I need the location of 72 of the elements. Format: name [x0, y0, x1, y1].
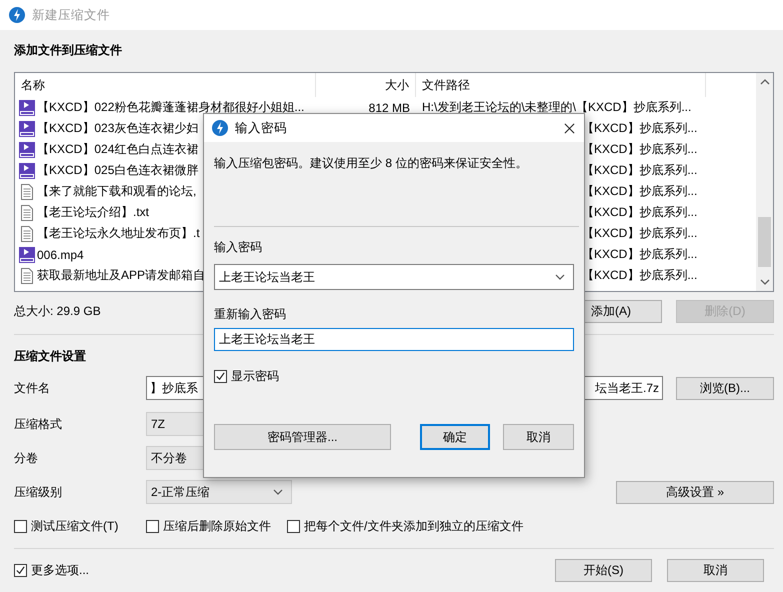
- file-name[interactable]: 【来了就能下载和观看的论坛,: [37, 183, 196, 200]
- file-path: 【KXCD】抄底系列...: [582, 205, 698, 219]
- text-file-icon: [19, 184, 35, 200]
- checkbox-label: 把每个文件/文件夹添加到独立的压缩文件: [304, 518, 524, 535]
- video-file-icon: [19, 162, 35, 178]
- checkbox[interactable]: [146, 520, 159, 533]
- text-file-icon: [19, 226, 35, 242]
- password-manager-button[interactable]: 密码管理器...: [214, 424, 391, 450]
- file-path: 【KXCD】抄底系列...: [582, 247, 698, 261]
- dialog-title: 输入密码: [235, 120, 287, 136]
- checkbox-label: 显示密码: [231, 368, 279, 384]
- window-title: 新建压缩文件: [32, 6, 110, 24]
- file-path: 【KXCD】抄底系列...: [582, 121, 698, 135]
- scrollbar[interactable]: [756, 73, 773, 291]
- level-dropdown[interactable]: 2-正常压缩: [146, 480, 292, 504]
- field-label: 分卷: [14, 450, 38, 466]
- confirm-password-field[interactable]: 上老王论坛当老王: [214, 328, 574, 351]
- file-size: 812 MB: [368, 100, 410, 114]
- file-name[interactable]: 【老王论坛永久地址发布页】.t: [37, 225, 200, 242]
- chevron-down-icon: [555, 274, 565, 280]
- browse-button[interactable]: 浏览(B)...: [676, 376, 774, 400]
- video-file-icon: [19, 120, 35, 136]
- total-size: 总大小: 29.9 GB: [14, 303, 101, 320]
- column-header[interactable]: 名称: [15, 73, 316, 97]
- file-name[interactable]: 006.mp4: [37, 248, 84, 262]
- checkbox-label: 压缩后删除原始文件: [163, 518, 271, 535]
- chevron-up-icon[interactable]: [760, 79, 770, 85]
- checkbox[interactable]: [214, 370, 227, 382]
- section-heading: 添加文件到压缩文件: [14, 42, 122, 58]
- field-label: 文件名: [14, 380, 50, 396]
- field-label: 压缩格式: [14, 416, 62, 432]
- start-button[interactable]: 开始(S): [555, 558, 652, 582]
- file-path: H:\发到老王论坛的\未整理的\【KXCD】抄底系列...: [422, 100, 692, 114]
- video-file-icon: [19, 142, 35, 158]
- file-name[interactable]: 【KXCD】022粉色花瓣蓬蓬裙身材都很好小姐姐...: [37, 99, 304, 116]
- hint-text: 输入压缩包密码。建议使用至少 8 位的密码来保证安全性。: [214, 155, 528, 171]
- app-icon: [212, 120, 228, 136]
- video-file-icon: [19, 100, 35, 116]
- file-path: 【KXCD】抄底系列...: [582, 142, 698, 156]
- file-path: 【KXCD】抄底系列...: [582, 268, 698, 282]
- file-path: 【KXCD】抄底系列...: [582, 226, 698, 240]
- field-label: 重新输入密码: [214, 306, 287, 322]
- section-heading: 压缩文件设置: [14, 348, 86, 364]
- file-path: 【KXCD】抄底系列...: [582, 163, 698, 177]
- file-name[interactable]: 【KXCD】023灰色连衣裙少妇: [37, 120, 198, 137]
- scrollbar-thumb[interactable]: [758, 217, 771, 267]
- advanced-settings-button[interactable]: 高级设置 »: [616, 480, 774, 504]
- close-icon[interactable]: [564, 122, 575, 134]
- checkbox[interactable]: [287, 520, 300, 533]
- file-name[interactable]: 获取最新地址及APP请发邮箱自: [37, 267, 206, 284]
- file-name[interactable]: 【老王论坛介绍】.txt: [37, 204, 150, 221]
- column-header[interactable]: 大小: [316, 73, 416, 97]
- chevron-down-icon: [273, 489, 283, 495]
- app-icon: [9, 7, 25, 23]
- chevron-down-icon[interactable]: [760, 279, 770, 285]
- checkbox[interactable]: [14, 564, 27, 576]
- file-path: 【KXCD】抄底系列...: [582, 184, 698, 198]
- file-name[interactable]: 【KXCD】025白色连衣裙微胖: [37, 162, 198, 179]
- text-file-icon: [19, 204, 35, 220]
- field-label: 输入密码: [214, 239, 263, 255]
- file-name[interactable]: 【KXCD】024红色白点连衣裙: [37, 141, 198, 158]
- video-file-icon: [19, 246, 35, 262]
- password-field[interactable]: 上老王论坛当老王: [214, 264, 574, 290]
- checkbox[interactable]: [14, 520, 27, 533]
- cancel-button[interactable]: 取消: [667, 558, 764, 582]
- cancel-button[interactable]: 取消: [503, 424, 574, 450]
- checkbox-label: 更多选项...: [31, 562, 90, 578]
- field-label: 压缩级别: [14, 484, 62, 500]
- column-header[interactable]: 文件路径: [416, 73, 706, 97]
- checkbox-label: 测试压缩文件(T): [31, 518, 118, 535]
- text-file-icon: [19, 268, 35, 284]
- ok-button[interactable]: 确定: [420, 424, 490, 450]
